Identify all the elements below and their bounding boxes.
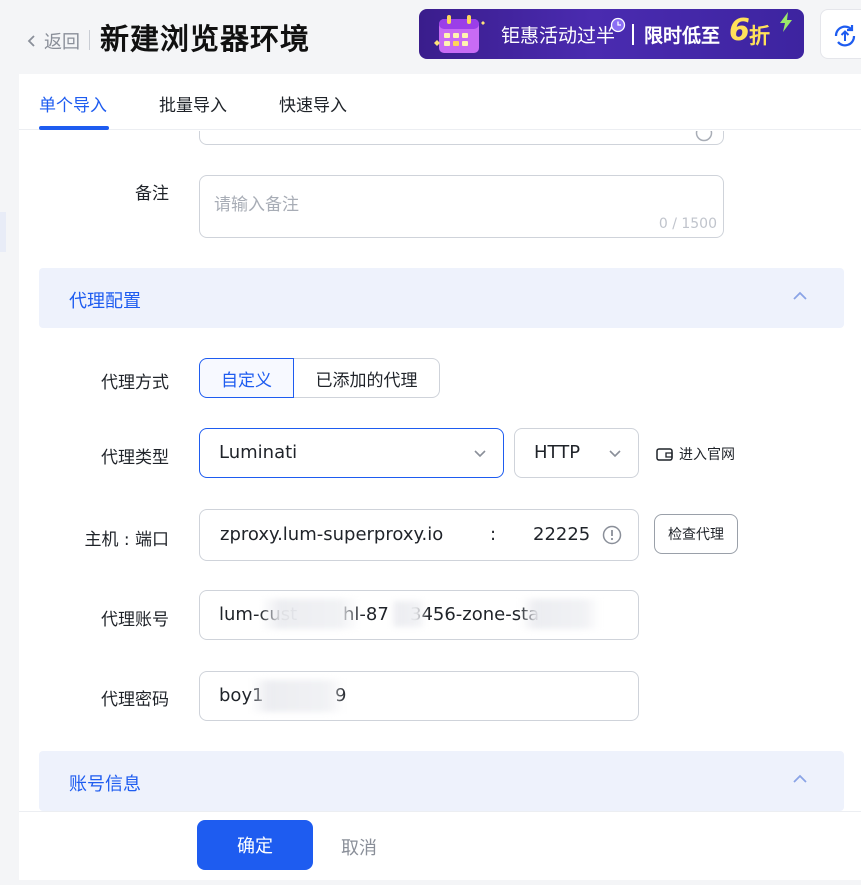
proxy-provider-select[interactable]: Luminati	[199, 428, 504, 478]
redaction-blur	[250, 680, 345, 712]
sync-button[interactable]	[820, 9, 861, 59]
proxy-method-custom[interactable]: 自定义	[199, 358, 294, 398]
page-title: 新建浏览器环境	[100, 22, 311, 56]
warning-icon	[602, 525, 622, 545]
chevron-down-icon	[474, 450, 486, 458]
check-proxy-button[interactable]: 检查代理	[654, 514, 738, 554]
host-value: zproxy.lum-superproxy.io	[220, 524, 444, 545]
previous-field-input[interactable]	[199, 131, 724, 145]
proxy-config-title: 代理配置	[69, 291, 141, 312]
info-icon	[695, 131, 713, 142]
host-port-input[interactable]: zproxy.lum-superproxy.io : 22225	[199, 509, 639, 561]
proxy-config-section[interactable]: 代理配置	[39, 268, 844, 328]
remark-label: 备注	[135, 184, 169, 204]
left-gutter-marker	[0, 212, 6, 252]
tab-batch-import[interactable]: 批量导入	[159, 91, 227, 116]
proxy-protocol-value: HTTP	[534, 442, 581, 463]
import-tabs: 单个导入 批量导入 快速导入	[19, 74, 861, 130]
redaction-blur	[390, 601, 426, 627]
redaction-blur	[520, 599, 600, 629]
promo-highlight: 限时低至	[644, 25, 721, 47]
form-panel: 单个导入 批量导入 快速导入 备注 请输入备注 0 / 1500 代理配置 代理…	[19, 74, 861, 880]
cancel-button[interactable]: 取消	[341, 834, 377, 860]
proxy-account-label: 代理账号	[101, 610, 169, 630]
promo-divider	[632, 24, 634, 45]
tab-single-import[interactable]: 单个导入	[39, 91, 107, 116]
wallet-icon	[656, 447, 673, 461]
header-divider	[89, 30, 90, 50]
promo-banner[interactable]: 钜惠活动过半 限时低至 6 折	[419, 9, 804, 59]
chevron-down-icon	[609, 450, 621, 458]
chevron-up-icon[interactable]	[792, 290, 808, 302]
proxy-type-label: 代理类型	[101, 448, 169, 468]
promo-discount-number: 6	[729, 13, 750, 48]
calendar-icon	[434, 15, 485, 53]
remark-textarea[interactable]: 请输入备注 0 / 1500	[199, 175, 724, 238]
host-port-label: 主机 : 端口	[84, 530, 169, 550]
proxy-password-input[interactable]: boy1 9	[199, 671, 639, 721]
official-site-label: 进入官网	[679, 447, 735, 463]
host-port-separator: :	[490, 524, 497, 545]
back-label: 返回	[44, 32, 80, 53]
proxy-account-input[interactable]: lum-cust hl-87 3456-zone-sta	[199, 590, 639, 640]
proxy-method-label: 代理方式	[101, 373, 169, 393]
proxy-password-label: 代理密码	[101, 690, 169, 710]
remark-placeholder: 请输入备注	[214, 195, 299, 215]
active-tab-indicator	[39, 126, 109, 130]
confirm-button[interactable]: 确定	[197, 820, 313, 870]
form-footer: 确定 取消	[19, 811, 861, 880]
redaction-blur	[260, 599, 360, 629]
left-gutter	[0, 74, 19, 885]
proxy-protocol-select[interactable]: HTTP	[514, 428, 639, 478]
chevron-left-icon	[27, 35, 35, 47]
proxy-provider-value: Luminati	[219, 442, 298, 463]
remark-counter: 0 / 1500	[658, 216, 717, 232]
promo-text: 钜惠活动过半	[501, 25, 616, 47]
account-info-title: 账号信息	[69, 774, 141, 795]
clock-icon	[610, 17, 626, 33]
back-button[interactable]: 返回	[24, 28, 80, 54]
form-scroll-area[interactable]: 备注 请输入备注 0 / 1500 代理配置 代理方式 自定义 已添加的代理 代…	[19, 131, 861, 811]
lightning-icon	[780, 12, 792, 32]
proxy-method-added[interactable]: 已添加的代理	[294, 358, 440, 398]
sync-upload-icon	[834, 25, 856, 47]
chevron-up-icon[interactable]	[792, 773, 808, 785]
account-info-section[interactable]: 账号信息	[39, 751, 844, 811]
official-site-link[interactable]: 进入官网	[656, 444, 735, 464]
page-header: 返回 新建浏览器环境 钜惠活动过半 限时低至 6 折	[0, 0, 861, 74]
promo-discount-unit: 折	[749, 24, 770, 48]
port-value: 22225	[533, 524, 591, 545]
bottom-gutter	[0, 880, 861, 885]
tab-quick-import[interactable]: 快速导入	[279, 91, 347, 116]
